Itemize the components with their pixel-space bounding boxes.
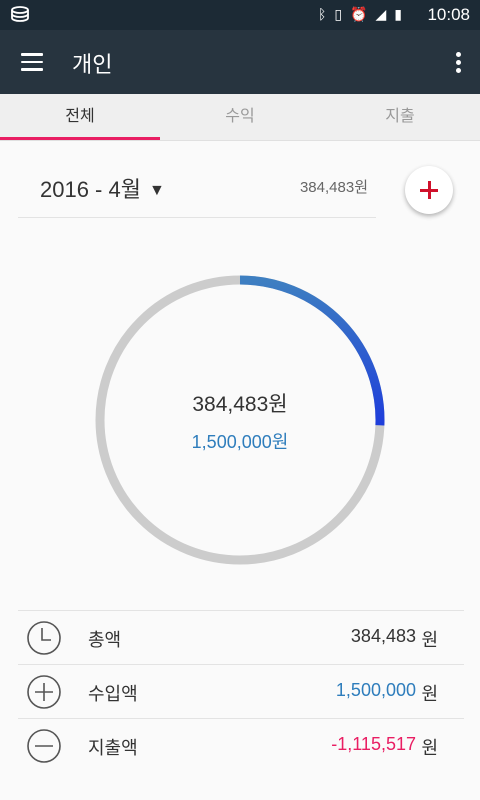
more-options-button[interactable] <box>444 46 472 78</box>
status-icons: ᛒ ▯ ⏰ ◢ ▮ <box>318 6 402 24</box>
minus-circle-icon <box>27 729 61 763</box>
tab-indicator <box>0 137 160 140</box>
dropdown-caret-icon: ▼ <box>148 182 165 199</box>
summary-unit-income: 원 <box>421 684 438 705</box>
page-title: 개인 <box>72 52 113 77</box>
status-time: 10:08 <box>427 5 470 24</box>
status-bar: ᛒ ▯ ⏰ ◢ ▮ 10:08 <box>0 0 480 30</box>
summary-unit-total: 원 <box>421 630 438 651</box>
summary-unit-expense: 원 <box>421 738 438 759</box>
ring-amount: 384,483원 <box>192 393 288 416</box>
summary-label-income: 수입액 <box>88 684 138 705</box>
tab-income[interactable]: 수익 <box>160 94 320 141</box>
month-label: 2016 - 4월 <box>40 177 141 202</box>
lte-signal-icon: ◢ <box>375 7 387 23</box>
month-selector[interactable]: 2016 - 4월 ▼ <box>40 172 165 204</box>
bluetooth-icon: ᛒ <box>317 7 327 23</box>
summary-row-income[interactable]: 수입액 1,500,000 원 <box>18 664 464 718</box>
clock-icon <box>27 621 61 655</box>
plus-circle-icon <box>27 675 61 709</box>
menu-button[interactable] <box>14 46 50 78</box>
add-button[interactable] <box>405 166 453 214</box>
summary-row-total[interactable]: 총액 384,483 원 <box>18 610 464 664</box>
progress-ring <box>95 275 385 565</box>
alarm-icon: ⏰ <box>350 7 368 23</box>
summary-list: 총액 384,483 원 수입액 1,500,000 원 지출액 -1,115,… <box>18 610 464 772</box>
summary-value-income: 1,500,000 <box>335 680 416 700</box>
month-row: 2016 - 4월 ▼ 384,483원 <box>18 160 376 218</box>
month-total: 384,483원 <box>299 179 368 196</box>
summary-value-expense: -1,115,517 <box>331 734 416 754</box>
summary-value-total: 384,483 <box>350 626 416 646</box>
ring-budget: 1,500,000원 <box>191 432 289 452</box>
summary-row-expense[interactable]: 지출액 -1,115,517 원 <box>18 718 464 772</box>
battery-icon: ▮ <box>394 7 402 23</box>
vibrate-icon: ▯ <box>334 7 343 23</box>
app-notification-icon <box>11 6 29 22</box>
tab-bar: 전체 수익 지출 <box>0 94 480 141</box>
tab-expense[interactable]: 지출 <box>320 94 480 141</box>
summary-label-expense: 지출액 <box>88 738 138 759</box>
app-bar: 개인 <box>0 30 480 94</box>
tab-all[interactable]: 전체 <box>0 94 160 141</box>
summary-label-total: 총액 <box>88 630 122 651</box>
